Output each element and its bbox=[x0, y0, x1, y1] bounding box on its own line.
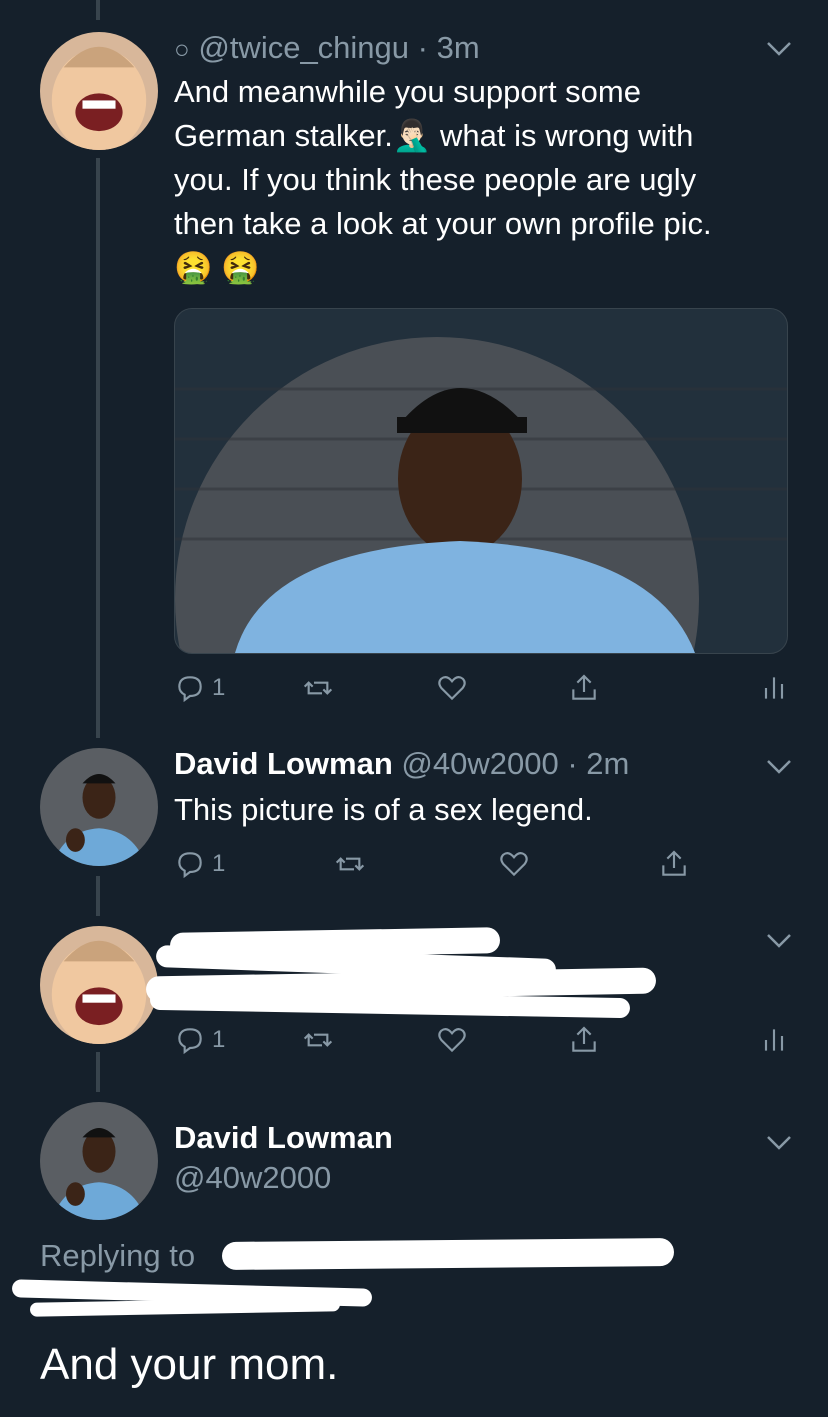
retweet-button[interactable] bbox=[302, 1024, 334, 1056]
analytics-icon bbox=[764, 1029, 784, 1051]
like-icon bbox=[438, 1028, 466, 1053]
retweet-icon bbox=[303, 681, 333, 695]
reply-count: 1 bbox=[212, 674, 226, 701]
chevron-down-icon[interactable] bbox=[766, 758, 792, 776]
chevron-down-icon[interactable] bbox=[766, 40, 792, 58]
retweet-button[interactable] bbox=[302, 672, 334, 704]
thread-line-top bbox=[96, 0, 100, 20]
reply-icon bbox=[178, 676, 202, 703]
retweet-icon bbox=[335, 857, 365, 871]
analytics-button[interactable] bbox=[758, 1024, 790, 1056]
tweet-text: And meanwhile you support some German st… bbox=[174, 70, 784, 290]
tweet-header: ○ @twice_chingu · 3m bbox=[174, 30, 480, 65]
tweet-image[interactable] bbox=[174, 308, 788, 654]
share-icon bbox=[572, 1026, 596, 1052]
like-button[interactable] bbox=[436, 1024, 468, 1056]
reply-icon bbox=[178, 1028, 202, 1055]
reply-button[interactable]: 1 bbox=[174, 848, 225, 880]
like-icon bbox=[500, 852, 528, 877]
tweet-text: And your mom. bbox=[40, 1340, 339, 1389]
share-button[interactable] bbox=[568, 672, 600, 704]
share-button[interactable] bbox=[568, 1024, 600, 1056]
tweet-text: This picture is of a sex legend. bbox=[174, 792, 593, 827]
replying-to: Replying to bbox=[40, 1238, 196, 1273]
like-button[interactable] bbox=[498, 848, 530, 880]
thread-line-3 bbox=[96, 1052, 100, 1092]
reply-count: 1 bbox=[212, 850, 226, 877]
avatar[interactable] bbox=[40, 926, 158, 1044]
facepalm-emoji: 🤦🏻‍♂️ bbox=[392, 118, 432, 153]
tweet-actions: 1 bbox=[174, 848, 794, 884]
retweet-icon bbox=[303, 1033, 333, 1047]
tweet-handle[interactable]: @twice_chingu bbox=[198, 30, 409, 65]
thread-line-2 bbox=[96, 876, 100, 916]
tweet-header: David Lowman @40w2000 · 2m bbox=[174, 746, 630, 781]
share-icon bbox=[572, 674, 596, 700]
thread-line-1 bbox=[96, 158, 100, 738]
chevron-down-icon[interactable] bbox=[766, 1134, 792, 1152]
tweet-time: 3m bbox=[436, 30, 480, 65]
avatar[interactable] bbox=[40, 748, 158, 866]
tweet-time: 2m bbox=[586, 746, 630, 781]
reply-button[interactable]: 1 bbox=[174, 672, 225, 704]
avatar[interactable] bbox=[40, 32, 158, 150]
vomit-emoji: 🤮 🤮 bbox=[174, 250, 260, 285]
share-button[interactable] bbox=[658, 848, 690, 880]
tweet-actions: 1 bbox=[174, 672, 794, 708]
like-icon bbox=[438, 676, 466, 701]
retweet-button[interactable] bbox=[334, 848, 366, 880]
tweet-actions: 1 bbox=[174, 1024, 794, 1060]
tweet-handle[interactable]: @40w2000 bbox=[174, 1160, 331, 1196]
account-icon: ○ bbox=[174, 34, 190, 64]
share-icon bbox=[662, 850, 686, 876]
avatar[interactable] bbox=[40, 1102, 158, 1220]
analytics-icon bbox=[764, 677, 784, 699]
reply-count: 1 bbox=[212, 1026, 226, 1053]
like-button[interactable] bbox=[436, 672, 468, 704]
display-name[interactable]: David Lowman bbox=[174, 1120, 393, 1156]
display-name[interactable]: David Lowman bbox=[174, 746, 393, 781]
analytics-button[interactable] bbox=[758, 672, 790, 704]
tweet-handle[interactable]: @40w2000 bbox=[401, 746, 558, 781]
reply-button[interactable]: 1 bbox=[174, 1024, 225, 1056]
reply-icon bbox=[178, 852, 202, 879]
chevron-down-icon[interactable] bbox=[766, 932, 792, 950]
